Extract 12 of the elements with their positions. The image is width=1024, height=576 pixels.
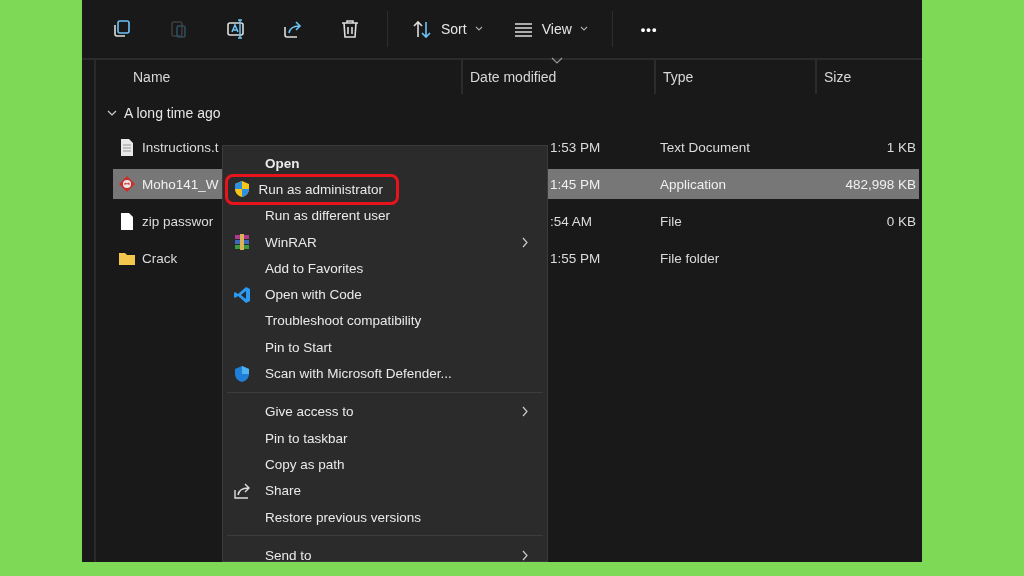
file-type: Text Document <box>660 139 751 155</box>
date-modified: 1:45 PM <box>550 176 601 192</box>
date-modified: 1:55 PM <box>550 250 601 266</box>
file-size: 482,998 KB <box>845 176 916 192</box>
file-type: File folder <box>660 250 720 266</box>
file-size: 0 KB <box>886 213 916 229</box>
file-type: Application <box>660 176 727 192</box>
date-modified: 1:53 PM <box>550 139 601 155</box>
file-type: File <box>660 213 682 229</box>
date-modified: :54 AM <box>550 213 593 229</box>
file-name: Moho141_W <box>142 176 219 192</box>
file-size: 1 KB <box>886 139 916 155</box>
